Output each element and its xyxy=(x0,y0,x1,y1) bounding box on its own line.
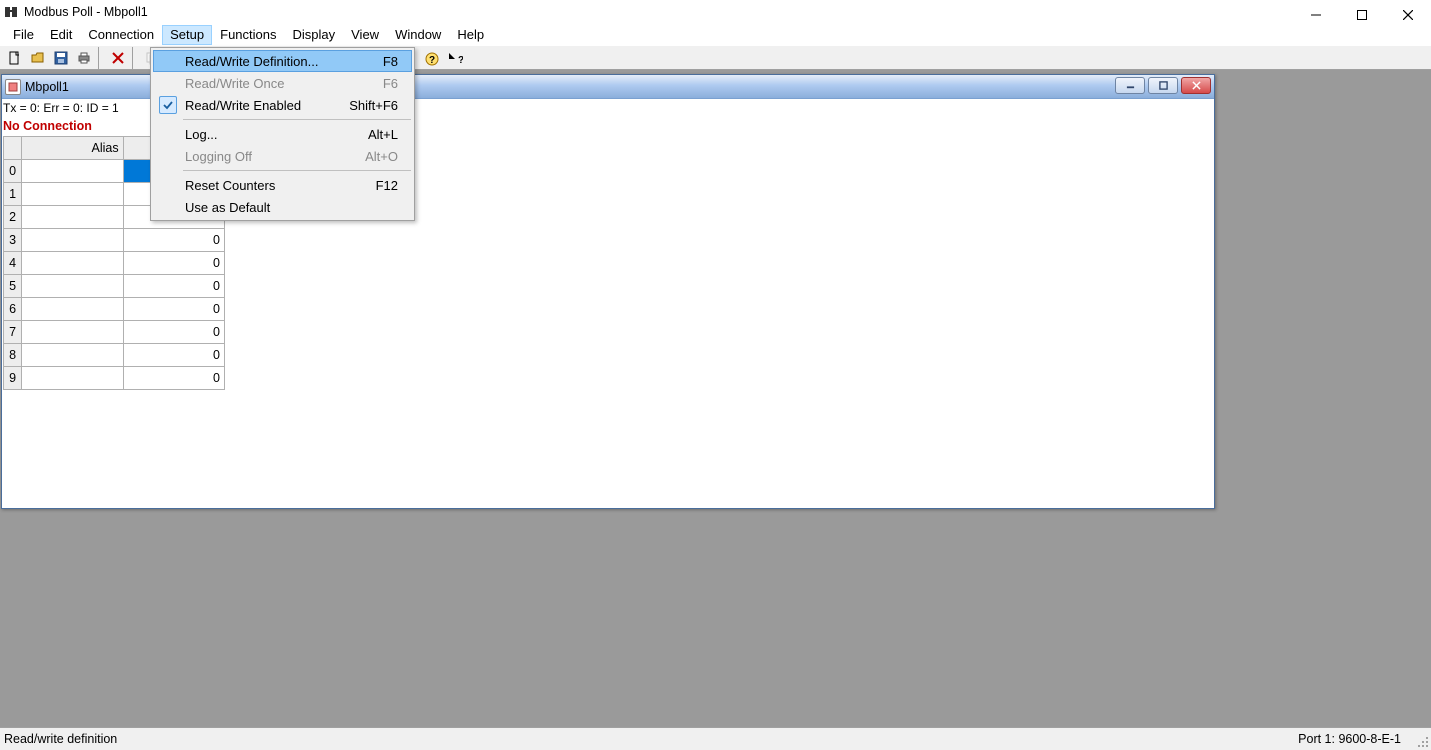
menu-item-label: Read/Write Once xyxy=(185,76,383,91)
context-help-icon[interactable]: ? xyxy=(443,48,466,70)
app-icon xyxy=(4,4,20,20)
statusbar: Read/write definition Port 1: 9600-8-E-1 xyxy=(0,727,1431,750)
menu-item-shortcut: F12 xyxy=(376,178,412,193)
alias-cell[interactable] xyxy=(22,206,123,229)
table-row[interactable]: 70 xyxy=(4,321,225,344)
alias-cell[interactable] xyxy=(22,275,123,298)
menu-item-read-write-enabled[interactable]: Read/Write EnabledShift+F6 xyxy=(153,94,412,116)
row-header[interactable]: 0 xyxy=(4,160,22,183)
menu-setup[interactable]: Setup xyxy=(162,25,212,45)
column-header-alias[interactable]: Alias xyxy=(22,137,123,160)
close-button[interactable] xyxy=(1385,0,1431,30)
alias-cell[interactable] xyxy=(22,183,123,206)
menu-item-read-write-once: Read/Write OnceF6 xyxy=(153,72,412,94)
table-row[interactable]: 30 xyxy=(4,229,225,252)
menu-view[interactable]: View xyxy=(343,25,387,45)
toolbar-separator xyxy=(98,47,104,69)
menubar: FileEditConnectionSetupFunctionsDisplayV… xyxy=(0,24,1431,46)
menu-item-label: Logging Off xyxy=(185,149,365,164)
menu-item-shortcut: F6 xyxy=(383,76,412,91)
check-icon xyxy=(159,96,177,114)
menu-display[interactable]: Display xyxy=(285,25,344,45)
table-row[interactable]: 80 xyxy=(4,344,225,367)
toolbar-separator xyxy=(132,47,138,69)
table-corner xyxy=(4,137,22,160)
window-title: Modbus Poll - Mbpoll1 xyxy=(24,5,148,19)
menu-window[interactable]: Window xyxy=(387,25,449,45)
menu-help[interactable]: Help xyxy=(449,25,492,45)
row-header[interactable]: 8 xyxy=(4,344,22,367)
statusbar-port: Port 1: 9600-8-E-1 xyxy=(1298,732,1431,746)
minimize-button[interactable] xyxy=(1293,0,1339,30)
titlebar: Modbus Poll - Mbpoll1 xyxy=(0,0,1431,24)
menu-item-label: Use as Default xyxy=(185,200,398,215)
alias-cell[interactable] xyxy=(22,344,123,367)
menu-item-read-write-definition[interactable]: Read/Write Definition...F8 xyxy=(153,50,412,72)
menu-item-shortcut: F8 xyxy=(383,54,411,69)
menu-separator xyxy=(183,119,411,120)
row-header[interactable]: 7 xyxy=(4,321,22,344)
menu-file[interactable]: File xyxy=(5,25,42,45)
statusbar-text: Read/write definition xyxy=(0,732,1298,746)
table-row[interactable]: 50 xyxy=(4,275,225,298)
row-header[interactable]: 3 xyxy=(4,229,22,252)
alias-cell[interactable] xyxy=(22,229,123,252)
childwin-maximize-button[interactable] xyxy=(1148,77,1178,94)
menu-separator xyxy=(183,170,411,171)
row-header[interactable]: 4 xyxy=(4,252,22,275)
childwin-close-button[interactable] xyxy=(1181,77,1211,94)
open-icon[interactable] xyxy=(26,47,49,69)
delete-icon[interactable] xyxy=(106,47,129,69)
menu-item-shortcut: Alt+L xyxy=(368,127,412,142)
save-icon[interactable] xyxy=(49,47,72,69)
resize-grip-icon[interactable] xyxy=(1415,734,1429,748)
table-row[interactable]: 60 xyxy=(4,298,225,321)
value-cell[interactable]: 0 xyxy=(123,367,224,390)
value-cell[interactable]: 0 xyxy=(123,275,224,298)
menu-item-shortcut: Shift+F6 xyxy=(349,98,412,113)
menu-edit[interactable]: Edit xyxy=(42,25,80,45)
row-header[interactable]: 5 xyxy=(4,275,22,298)
menu-item-label: Reset Counters xyxy=(185,178,376,193)
menu-item-label: Read/Write Enabled xyxy=(185,98,349,113)
alias-cell[interactable] xyxy=(22,321,123,344)
menu-item-reset-counters[interactable]: Reset CountersF12 xyxy=(153,174,412,196)
row-header[interactable]: 1 xyxy=(4,183,22,206)
alias-cell[interactable] xyxy=(22,367,123,390)
value-cell[interactable]: 0 xyxy=(123,229,224,252)
menu-item-use-as-default[interactable]: Use as Default xyxy=(153,196,412,218)
value-cell[interactable]: 0 xyxy=(123,321,224,344)
table-row[interactable]: 90 xyxy=(4,367,225,390)
print-icon[interactable] xyxy=(72,47,95,69)
value-cell[interactable]: 0 xyxy=(123,344,224,367)
menu-functions[interactable]: Functions xyxy=(212,25,284,45)
new-icon[interactable] xyxy=(3,47,26,69)
childwin-minimize-button[interactable] xyxy=(1115,77,1145,94)
alias-cell[interactable] xyxy=(22,160,123,183)
menu-connection[interactable]: Connection xyxy=(80,25,162,45)
menu-item-logging-off: Logging OffAlt+O xyxy=(153,145,412,167)
row-header[interactable]: 6 xyxy=(4,298,22,321)
value-cell[interactable]: 0 xyxy=(123,252,224,275)
setup-menu: Read/Write Definition...F8Read/Write Onc… xyxy=(150,47,415,221)
row-header[interactable]: 9 xyxy=(4,367,22,390)
alias-cell[interactable] xyxy=(22,252,123,275)
menu-item-label: Read/Write Definition... xyxy=(185,54,383,69)
childwin-icon xyxy=(5,79,21,95)
childwin-title: Mbpoll1 xyxy=(25,80,69,94)
maximize-button[interactable] xyxy=(1339,0,1385,30)
alias-cell[interactable] xyxy=(22,298,123,321)
svg-text:?: ? xyxy=(428,55,434,66)
menu-item-label: Log... xyxy=(185,127,368,142)
row-header[interactable]: 2 xyxy=(4,206,22,229)
about-icon[interactable]: ? xyxy=(420,48,443,70)
table-row[interactable]: 40 xyxy=(4,252,225,275)
svg-text:?: ? xyxy=(458,55,463,66)
value-cell[interactable]: 0 xyxy=(123,298,224,321)
menu-item-shortcut: Alt+O xyxy=(365,149,412,164)
menu-item-log[interactable]: Log...Alt+L xyxy=(153,123,412,145)
